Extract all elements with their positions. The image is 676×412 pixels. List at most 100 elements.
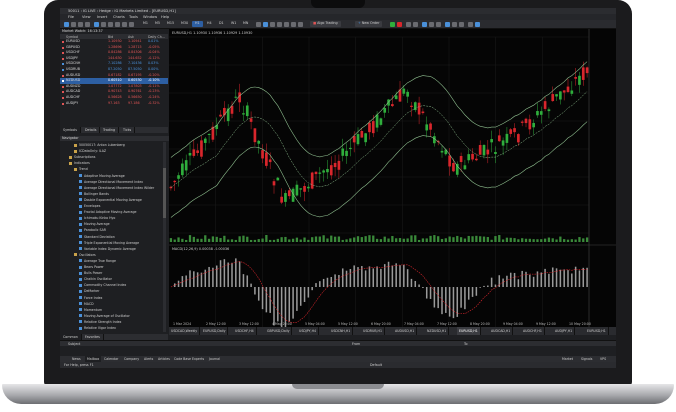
market-watch-row[interactable]: AUDJPY 97.163 97.186 -0.32% [60, 101, 168, 107]
menu-window[interactable]: Window [143, 15, 157, 19]
column-bid[interactable]: Bid [108, 35, 113, 39]
bar-chart-icon[interactable] [256, 21, 261, 27]
chart-shift-icon[interactable] [413, 21, 418, 27]
navigator-item[interactable]: ICDataOnly: ILAZ [74, 149, 106, 153]
chart-tab[interactable]: USDJPY,H4 [297, 327, 319, 335]
navigator-item[interactable]: 50050017: Anton Lubenberg [74, 143, 125, 147]
signal-icon[interactable] [468, 21, 473, 27]
navigator-item[interactable]: Bulls Power [79, 271, 102, 275]
navigator-item[interactable]: Parabolic SAR [79, 228, 106, 232]
chart-tab[interactable]: NZDUSD,H1 [425, 327, 450, 335]
tab-symbols[interactable]: Symbols [60, 127, 81, 133]
navigator-item[interactable]: Adaptive Moving Average [79, 174, 125, 178]
timeframe-w1[interactable]: W1 [228, 21, 239, 27]
zoom-out-icon[interactable] [284, 21, 289, 27]
chart-tab[interactable]: AUDCAD,H1 [489, 327, 514, 335]
new-order-button[interactable]: + New Order [355, 21, 383, 27]
chart-tab[interactable]: EURUSD,H1 [585, 327, 609, 335]
tile-windows-icon[interactable] [445, 21, 450, 27]
navigator-scroll-thumb[interactable] [163, 168, 166, 218]
navigator-item[interactable]: Momentum [79, 308, 102, 312]
chart-tab[interactable]: EURUSD,Daily [201, 327, 229, 335]
timeframe-d1[interactable]: D1 [216, 21, 227, 27]
sell-arrow-icon[interactable] [397, 21, 402, 27]
navigator-item[interactable]: Chaikin Oscillator [79, 277, 112, 281]
candlestick-chart-icon[interactable] [263, 21, 268, 27]
period-separator-icon[interactable] [436, 21, 441, 27]
navigator-item[interactable]: Triple Exponential Moving Average [79, 241, 139, 245]
screenshot-icon[interactable] [452, 21, 457, 27]
line-tool-icon[interactable] [101, 21, 106, 27]
chart-tab[interactable]: AUDUSD,H1 [393, 327, 418, 335]
navigator-item[interactable]: Average Directional Movement Index Wilde… [79, 186, 154, 190]
navigator-item[interactable]: Moving Average [79, 222, 110, 226]
algo-trading-button[interactable]: ■ Algo Trading [310, 21, 341, 27]
column-change[interactable]: Daily Ch... [148, 35, 165, 39]
zoom-in-icon[interactable] [277, 21, 282, 27]
navigator-item[interactable]: Ichimoku Kinko Hyo [79, 216, 115, 220]
timeframe-h4[interactable]: H4 [204, 21, 215, 27]
text-tool-icon[interactable] [122, 21, 127, 27]
timeframe-m1[interactable]: M1 [140, 21, 151, 27]
shapes-tool-icon[interactable] [129, 21, 134, 27]
menu-insert[interactable]: Insert [97, 15, 107, 19]
timeframe-m30[interactable]: M30 [178, 21, 191, 27]
tab-ticks[interactable]: Ticks [120, 127, 136, 133]
menu-charts[interactable]: Charts [113, 15, 125, 19]
navigator-item[interactable]: Envelopes [79, 204, 100, 208]
indicators-icon[interactable] [291, 21, 296, 27]
channel-tool-icon[interactable] [108, 21, 113, 27]
crosshair-icon[interactable] [94, 21, 99, 27]
timeframe-m15[interactable]: M15 [164, 21, 177, 27]
new-chart-icon[interactable] [64, 21, 69, 27]
tab-details[interactable]: Details [82, 127, 101, 133]
timeframe-h1[interactable]: H1 [192, 21, 203, 27]
navigator-item[interactable]: Indicators [69, 161, 90, 165]
navigator-icon[interactable] [85, 21, 90, 27]
navigator-item[interactable]: DeMarker [79, 289, 99, 293]
search-icon[interactable] [475, 21, 480, 27]
navigator-item[interactable]: Relative Vigor Index [79, 326, 116, 330]
templates-icon[interactable] [298, 21, 303, 27]
column-symbol[interactable]: Symbol [66, 35, 78, 39]
navigator-item[interactable]: Bollinger Bands [79, 192, 109, 196]
navigator-item[interactable]: Force Index [79, 296, 102, 300]
menu-tools[interactable]: Tools [129, 15, 138, 19]
grid-icon[interactable] [422, 21, 427, 27]
navigator-item[interactable]: Commodity Channel Index [79, 283, 126, 287]
chart-tab[interactable]: AUDJPY,H1 [553, 327, 576, 335]
navigator-item[interactable]: Relative Strength Index [79, 320, 121, 324]
navigator-item[interactable]: Variable Index Dynamic Average [79, 247, 136, 251]
timeframe-m5[interactable]: M5 [152, 21, 163, 27]
menu-help[interactable]: Help [161, 15, 169, 19]
navigator-item[interactable]: MACD [79, 302, 94, 306]
buy-arrow-icon[interactable] [390, 21, 395, 27]
fibo-tool-icon[interactable] [115, 21, 120, 27]
market-watch-icon[interactable] [78, 21, 83, 27]
menu-view[interactable]: View [82, 15, 91, 19]
navigator-item[interactable]: Standard Deviation [79, 235, 115, 239]
chart-tab[interactable]: AUDCHF,H1 [521, 327, 545, 335]
navigator-item[interactable]: Moving Average of Oscillator [79, 314, 130, 318]
chart-tab[interactable]: USDCNH,H1 [329, 327, 354, 335]
chart-tab[interactable]: USDCAD,Weekly [169, 327, 201, 335]
navigator-item[interactable]: Trend [74, 167, 88, 171]
profiles-icon[interactable] [71, 21, 76, 27]
properties-icon[interactable] [459, 21, 464, 27]
navigator-item[interactable]: Bears Power [79, 265, 104, 269]
chart-tab[interactable]: GBPUSD,Daily [265, 327, 293, 335]
tab-trading[interactable]: Trading [100, 127, 120, 133]
chart-window[interactable]: EURUSD,H1 1.10930 1.10936 1.10929 1.1093… [169, 29, 616, 335]
price-chart[interactable]: EURUSD,H1 1.10930 1.10936 1.10929 1.1093… [169, 29, 616, 332]
chart-tab[interactable]: EURUSD,H1 [457, 327, 481, 335]
navigator-item[interactable]: Subscriptions [69, 155, 95, 159]
volumes-icon[interactable] [429, 21, 434, 27]
autoscroll-icon[interactable] [406, 21, 411, 27]
menu-file[interactable]: File [68, 15, 74, 19]
timeframe-mn[interactable]: MN [240, 21, 251, 27]
navigator-item[interactable]: Oscillators [74, 253, 96, 257]
chart-tab[interactable]: USDRUB,H1 [361, 327, 385, 335]
chart-tab[interactable]: USDCHF,H4 [233, 327, 257, 335]
column-ask[interactable]: Ask [128, 35, 134, 39]
navigator-item[interactable]: Average Directional Movement Index [79, 180, 143, 184]
